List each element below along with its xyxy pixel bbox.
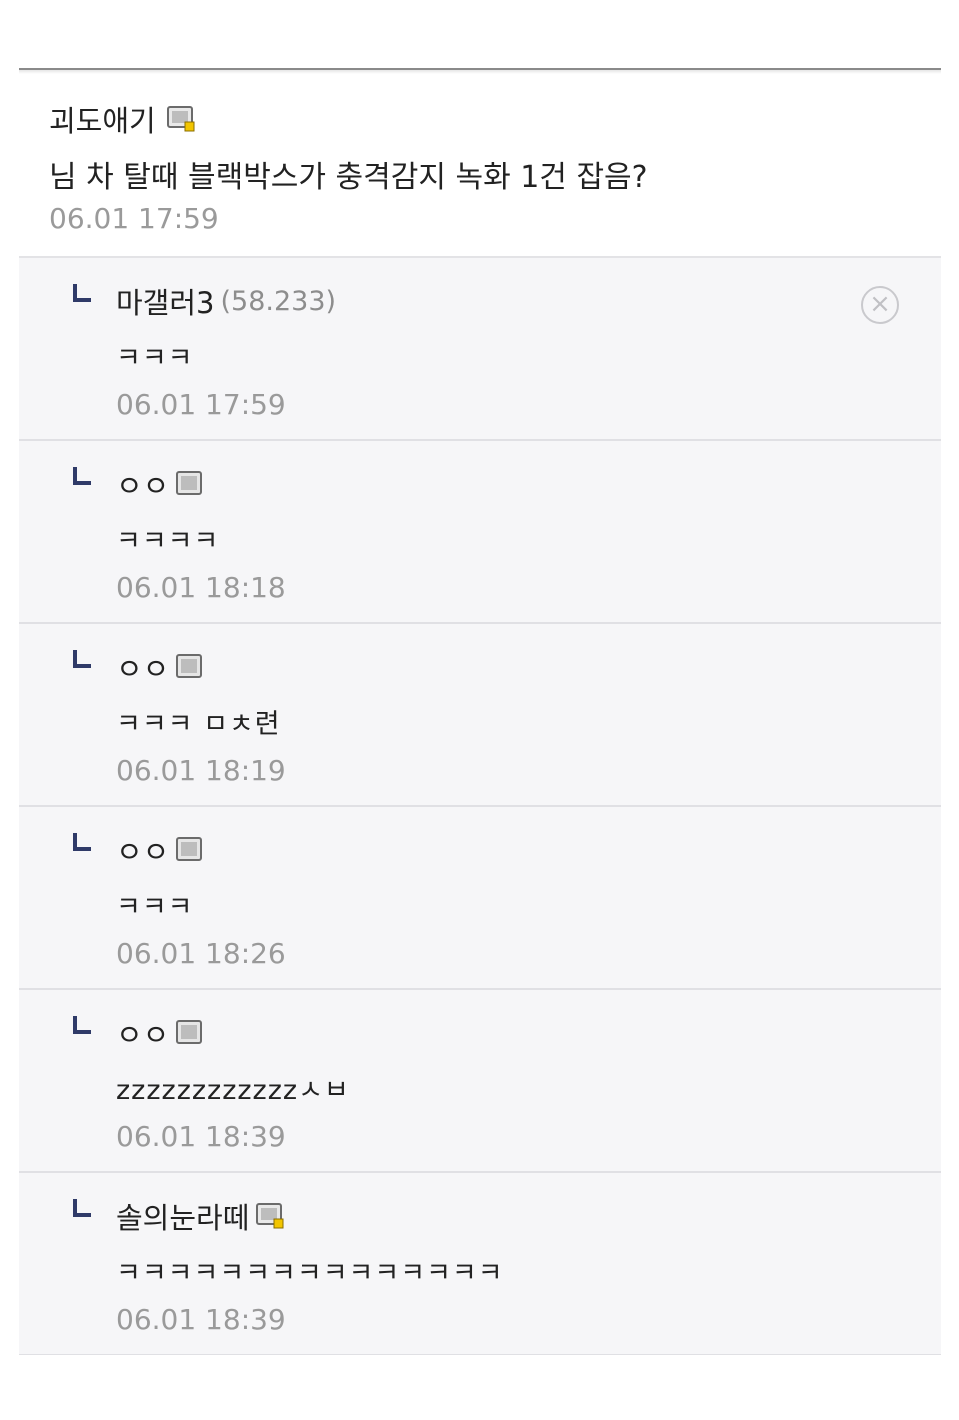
- comment-body: ㅋㅋㅋ: [116, 892, 194, 923]
- comment-author-name[interactable]: 마갤러3: [116, 280, 215, 322]
- comment-author-name[interactable]: ㅇㅇ: [116, 463, 169, 505]
- comment-author[interactable]: ㅇㅇ: [116, 463, 205, 505]
- comment-body: zzzzzzzzzzzzㅅㅂ: [116, 1075, 350, 1106]
- comment-timestamp: 06.01 18:18: [116, 571, 286, 604]
- comment-author-name[interactable]: ㅇㅇ: [116, 829, 169, 871]
- post-author[interactable]: 괴도애기: [49, 98, 196, 140]
- comment-author[interactable]: 마갤러3 (58.233): [116, 280, 336, 322]
- comment-author[interactable]: 솔의눈라떼: [116, 1195, 285, 1237]
- reply-arrow-icon: [73, 833, 91, 851]
- comment-timestamp: 06.01 18:39: [116, 1303, 286, 1336]
- comment-author-ip: (58.233): [220, 285, 337, 317]
- comment-body: ㅋㅋㅋㅋ: [116, 526, 220, 557]
- comment-body: ㅋㅋㅋ ㅁㅊ련: [116, 709, 281, 740]
- original-post: 괴도애기 님 차 탈때 블랙박스가 충격감지 녹화 1건 잡음? 06.01 1…: [19, 74, 941, 258]
- comment-body: ㅋㅋㅋ: [116, 343, 194, 374]
- comment-author-name[interactable]: ㅇㅇ: [116, 646, 169, 688]
- comment-timestamp: 06.01 17:59: [116, 388, 286, 421]
- close-circle-icon: ×: [869, 289, 891, 319]
- comment-body: ㅋㅋㅋㅋㅋㅋㅋㅋㅋㅋㅋㅋㅋㅋㅋ: [116, 1258, 504, 1289]
- comment-timestamp: 06.01 18:39: [116, 1120, 286, 1153]
- reply-arrow-icon: [73, 650, 91, 668]
- post-author-name[interactable]: 괴도애기: [49, 98, 156, 140]
- gallery-member-icon: [256, 1203, 284, 1229]
- comment-author[interactable]: ㅇㅇ: [116, 1012, 205, 1054]
- comment-author[interactable]: ㅇㅇ: [116, 829, 205, 871]
- comment-item: 솔의눈라떼 ㅋㅋㅋㅋㅋㅋㅋㅋㅋㅋㅋㅋㅋㅋㅋ 06.01 18:39: [19, 1173, 941, 1356]
- comment-item: ㅇㅇ ㅋㅋㅋ ㅁㅊ련 06.01 18:19: [19, 624, 941, 807]
- comment-timestamp: 06.01 18:19: [116, 754, 286, 787]
- delete-comment-button[interactable]: ×: [861, 286, 899, 324]
- post-timestamp: 06.01 17:59: [49, 202, 219, 235]
- comment-timestamp: 06.01 18:26: [116, 937, 286, 970]
- gallery-member-icon: [166, 106, 195, 132]
- comment-item: 마갤러3 (58.233) ㅋㅋㅋ 06.01 17:59 ×: [19, 258, 941, 441]
- page-bottom-margin: [0, 1355, 959, 1420]
- reply-arrow-icon: [73, 1199, 91, 1217]
- gallery-member-icon: [176, 471, 203, 495]
- gallery-member-icon: [176, 1020, 203, 1044]
- post-content: 님 차 탈때 블랙박스가 충격감지 녹화 1건 잡음?: [49, 160, 648, 195]
- gallery-member-icon: [176, 654, 203, 678]
- gallery-member-icon: [176, 837, 203, 861]
- comment-author-name[interactable]: ㅇㅇ: [116, 1012, 169, 1054]
- reply-arrow-icon: [73, 284, 91, 302]
- reply-arrow-icon: [73, 1016, 91, 1034]
- comment-author-name[interactable]: 솔의눈라떼: [116, 1195, 249, 1237]
- comment-author[interactable]: ㅇㅇ: [116, 646, 205, 688]
- reply-arrow-icon: [73, 467, 91, 485]
- comment-item: ㅇㅇ zzzzzzzzzzzzㅅㅂ 06.01 18:39: [19, 990, 941, 1173]
- comment-item: ㅇㅇ ㅋㅋㅋ 06.01 18:26: [19, 807, 941, 990]
- comment-item: ㅇㅇ ㅋㅋㅋㅋ 06.01 18:18: [19, 441, 941, 624]
